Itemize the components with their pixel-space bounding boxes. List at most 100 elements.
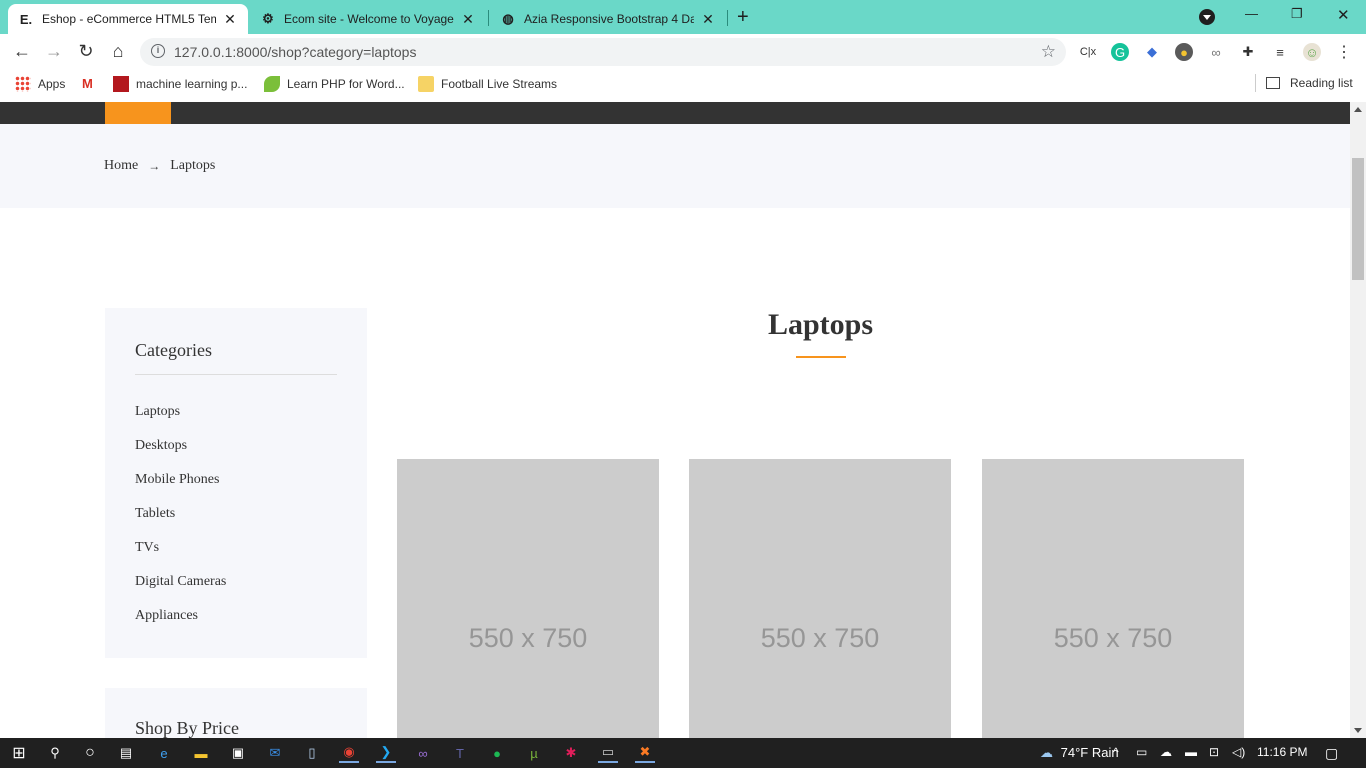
media-control-icon[interactable]: ≡ [1271, 43, 1289, 61]
onedrive-icon[interactable]: ☁ [1160, 745, 1172, 759]
bookmark-label: machine learning p... [136, 77, 248, 91]
image-placeholder-text: 550 x 750 [760, 623, 880, 653]
new-tab-button[interactable]: + [737, 6, 749, 29]
url-text[interactable]: 127.0.0.1:8000/shop?category=laptops [174, 44, 416, 60]
bookmark-learn-php[interactable]: Learn PHP for Word... [264, 76, 405, 92]
back-button[interactable]: ← [11, 41, 33, 62]
category-link[interactable]: Tablets [135, 506, 175, 522]
scroll-down-arrow-icon[interactable] [1354, 728, 1362, 733]
image-placeholder-text: 550 x 750 [468, 623, 588, 653]
volume-icon[interactable]: ◁) [1232, 745, 1245, 759]
extension-shield-icon[interactable]: ● [1175, 43, 1193, 61]
folder-icon [418, 76, 434, 92]
category-link[interactable]: Mobile Phones [135, 472, 219, 488]
arrow-right-icon: → [148, 158, 161, 173]
breadcrumb: Home → Laptops [104, 158, 215, 174]
bookmark-machine-learning[interactable]: machine learning p... [113, 76, 247, 92]
chevron-up-icon[interactable]: ^ [1113, 745, 1119, 759]
breadcrumb-current[interactable]: Laptops [170, 158, 215, 174]
product-image[interactable]: 550 x 750 [982, 459, 1244, 738]
file-explorer-icon[interactable]: ▬ [191, 743, 211, 763]
price-filter-widget: Shop By Price [105, 688, 367, 738]
visual-studio-icon[interactable]: ∞ [413, 743, 433, 763]
teams-icon[interactable]: T [450, 743, 470, 763]
store-icon[interactable]: ▣ [228, 743, 248, 763]
reading-list-icon [1266, 77, 1280, 89]
image-placeholder-text: 550 x 750 [1053, 623, 1173, 653]
restore-button[interactable]: ❐ [1291, 6, 1303, 22]
category-link[interactable]: Desktops [135, 438, 187, 454]
edge-icon[interactable]: e [154, 743, 174, 763]
home-button[interactable]: ⌂ [107, 41, 129, 62]
product-image[interactable]: 550 x 750 [689, 459, 951, 738]
xampp-icon[interactable]: ✖ [635, 743, 655, 763]
power-icon[interactable]: ▬ [1185, 745, 1197, 759]
extension-cx-icon[interactable]: C|x [1079, 43, 1097, 61]
scrollbar-thumb[interactable] [1352, 158, 1364, 280]
reload-button[interactable]: ↻ [75, 41, 97, 62]
forward-button[interactable]: → [43, 41, 65, 62]
tab-title: Eshop - eCommerce HTML5 Template [42, 12, 216, 26]
site-nav-bar [0, 102, 1350, 124]
gear-icon: ⚙ [262, 11, 274, 26]
category-link[interactable]: Digital Cameras [135, 574, 226, 590]
site-info-icon[interactable]: i [151, 44, 165, 58]
notepad-icon[interactable]: ▯ [302, 743, 322, 763]
bookmark-label: Apps [38, 77, 66, 91]
browser-tab-bar: E. Eshop - eCommerce HTML5 Template ✕ ⚙ … [0, 0, 1366, 34]
nav-accent-block[interactable] [105, 102, 171, 124]
notifications-icon[interactable]: ▢ [1325, 745, 1338, 762]
cloud-rain-icon: ☁ [1040, 745, 1053, 760]
category-link[interactable]: Laptops [135, 404, 180, 420]
bookmarks-separator [1255, 74, 1256, 92]
reading-list-button[interactable]: Reading list [1266, 76, 1353, 90]
address-bar[interactable]: i 127.0.0.1:8000/shop?category=laptops ☆ [140, 38, 1066, 66]
extension-cap-icon[interactable]: ◆ [1143, 43, 1161, 61]
bookmark-star-icon[interactable]: ☆ [1041, 42, 1056, 62]
browser-toolbar: ← → ↻ ⌂ i 127.0.0.1:8000/shop?category=l… [0, 34, 1366, 70]
mail-icon[interactable]: ✉ [265, 743, 285, 763]
category-link[interactable]: TVs [135, 540, 159, 556]
vscode-icon[interactable]: ❯ [376, 743, 396, 763]
scroll-up-arrow-icon[interactable] [1354, 107, 1362, 112]
cortana-icon[interactable]: ○ [80, 743, 100, 763]
menu-kebab-icon[interactable]: ⋮ [1335, 43, 1353, 61]
utorrent-icon[interactable]: µ [524, 743, 544, 763]
product-image[interactable]: 550 x 750 [397, 459, 659, 738]
windows-start-icon[interactable]: ⊞ [9, 743, 29, 763]
extension-bike-icon[interactable]: ∞ [1207, 43, 1225, 61]
terminal-icon[interactable]: ▭ [598, 743, 618, 763]
weather-widget[interactable]: ☁ 74°F Rain [1040, 745, 1119, 761]
tab-search-icon[interactable] [1199, 9, 1215, 25]
reading-list-label: Reading list [1290, 76, 1353, 90]
tab-separator [488, 10, 489, 26]
chrome-icon[interactable]: ◉ [339, 743, 359, 763]
task-view-icon[interactable]: ▤ [116, 743, 136, 763]
leaf-icon [264, 76, 280, 92]
spotify-icon[interactable]: ● [487, 743, 507, 763]
tab-voyager[interactable]: ⚙ Ecom site - Welcome to Voyager ✕ [250, 4, 486, 34]
bookmark-football[interactable]: Football Live Streams [418, 76, 557, 92]
extensions-puzzle-icon[interactable]: ✚ [1239, 43, 1257, 61]
tab-eshop[interactable]: E. Eshop - eCommerce HTML5 Template ✕ [8, 4, 248, 34]
close-tab-icon[interactable]: ✕ [460, 11, 476, 28]
grammarly-icon[interactable]: G [1111, 43, 1129, 61]
tab-separator [727, 10, 728, 26]
network-icon[interactable]: ⊡ [1209, 745, 1219, 759]
minimize-button[interactable]: — [1245, 6, 1258, 21]
page-viewport: Home → Laptops Categories Laptops Deskto… [0, 102, 1350, 738]
battery-icon[interactable]: ▭ [1136, 745, 1147, 759]
profile-avatar[interactable]: ☺ [1303, 43, 1321, 61]
tab-azia[interactable]: ◍ Azia Responsive Bootstrap 4 Dashboard … [490, 4, 726, 34]
close-tab-icon[interactable]: ✕ [222, 11, 238, 28]
close-window-button[interactable]: ✕ [1337, 6, 1350, 24]
bookmark-gmail[interactable]: M [82, 76, 105, 92]
slack-icon[interactable]: ✱ [561, 743, 581, 763]
clock[interactable]: 11:16 PM [1257, 745, 1307, 759]
close-tab-icon[interactable]: ✕ [700, 11, 716, 28]
category-link[interactable]: Appliances [135, 608, 198, 624]
bookmark-apps[interactable]: Apps [15, 76, 65, 92]
page-scrollbar[interactable] [1350, 102, 1366, 738]
breadcrumb-home-link[interactable]: Home [104, 158, 138, 174]
search-icon[interactable]: ⚲ [45, 743, 65, 763]
